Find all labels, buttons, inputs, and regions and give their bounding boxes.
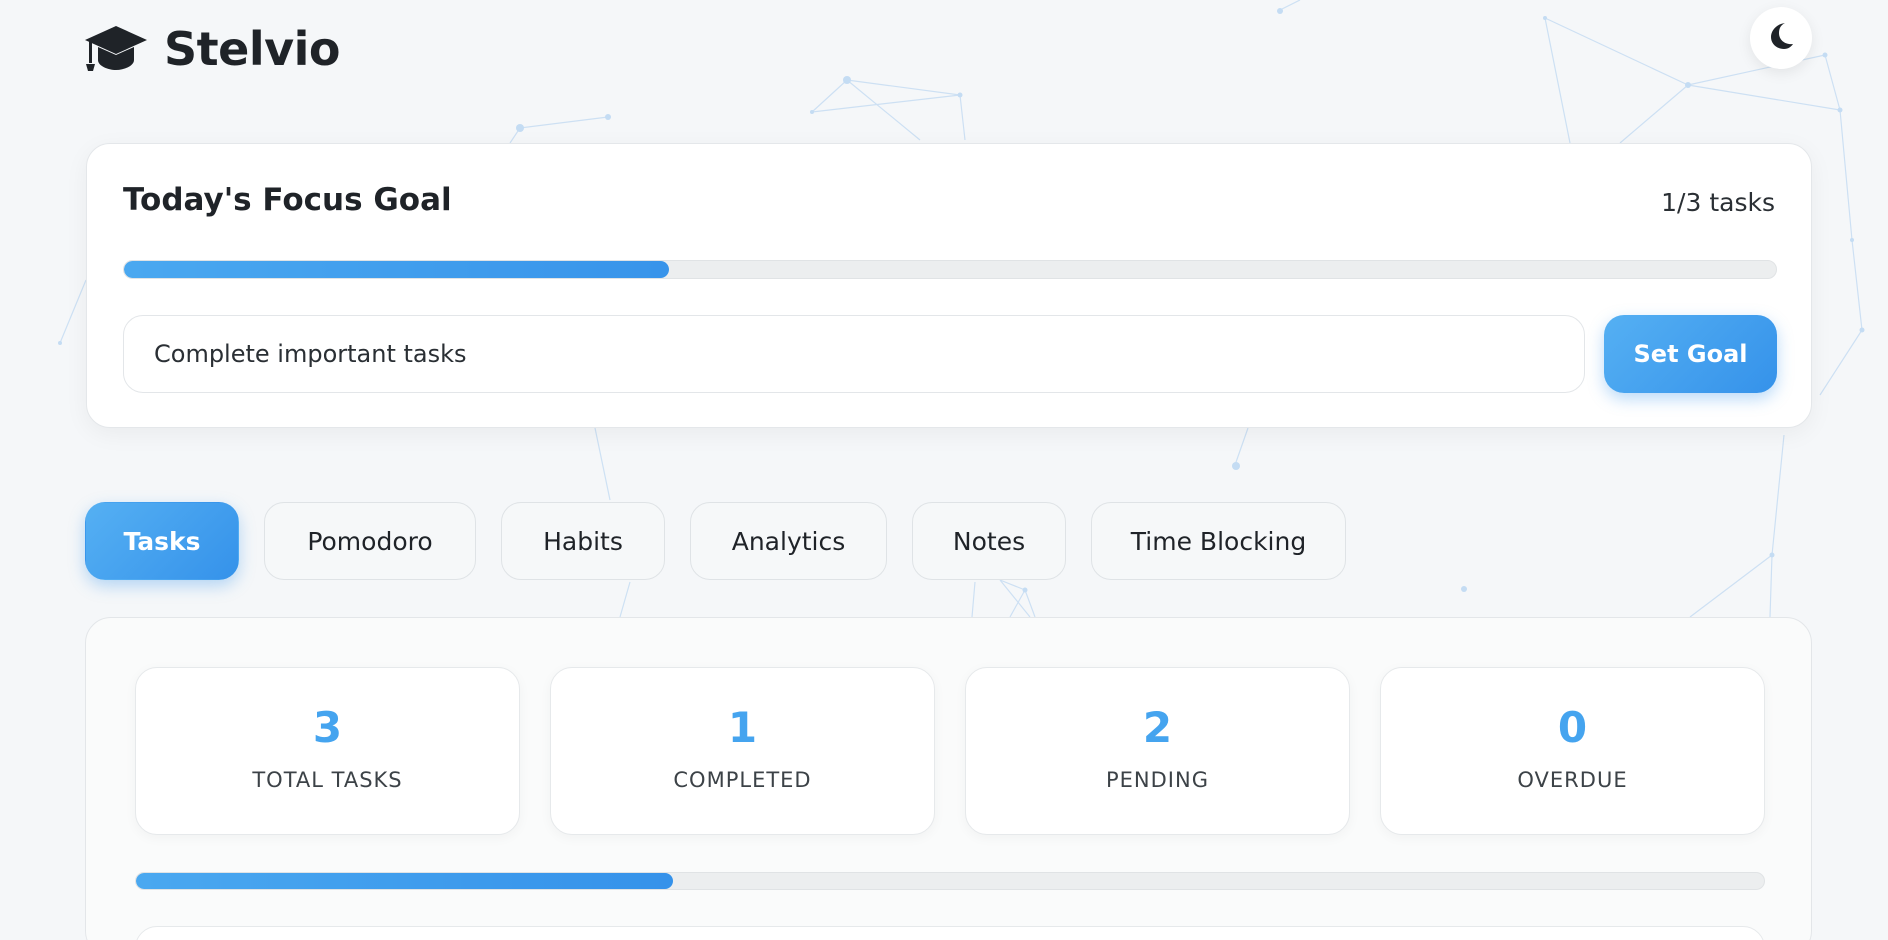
stat-label: PENDING: [1106, 768, 1209, 792]
task-input-card: [135, 926, 1765, 940]
brand-name: Stelvio: [164, 22, 340, 76]
stat-card-total: 3 TOTAL TASKS: [135, 667, 520, 835]
tab-time-blocking[interactable]: Time Blocking: [1091, 502, 1346, 580]
stat-value: 1: [727, 703, 758, 752]
task-stats: 3 TOTAL TASKS 1 COMPLETED 2 PENDING 0 OV…: [135, 667, 1765, 835]
stat-card-pending: 2 PENDING: [965, 667, 1350, 835]
tab-pomodoro[interactable]: Pomodoro: [264, 502, 476, 580]
theme-toggle-button[interactable]: [1750, 7, 1812, 69]
focus-goal-card: Today's Focus Goal 1/3 tasks Set Goal: [86, 143, 1812, 428]
app-page: Stelvio Today's Focus Goal 1/3 tasks Set…: [0, 0, 1888, 940]
stat-card-completed: 1 COMPLETED: [550, 667, 935, 835]
stat-label: TOTAL TASKS: [252, 768, 403, 792]
tasks-progress-bar: [135, 872, 1765, 890]
stat-label: OVERDUE: [1517, 768, 1628, 792]
stat-card-overdue: 0 OVERDUE: [1380, 667, 1765, 835]
tasks-panel: 3 TOTAL TASKS 1 COMPLETED 2 PENDING 0 OV…: [85, 617, 1812, 940]
goal-progress-fill: [124, 261, 670, 278]
goal-progress-bar: [123, 260, 1777, 279]
goal-task-count: 1/3 tasks: [1661, 188, 1775, 217]
stat-value: 0: [1557, 703, 1588, 752]
stat-value: 2: [1142, 703, 1173, 752]
moon-icon: [1768, 22, 1794, 54]
goal-title: Today's Focus Goal: [123, 182, 452, 218]
tab-tasks[interactable]: Tasks: [85, 502, 239, 580]
brand: Stelvio: [84, 22, 340, 76]
set-goal-button[interactable]: Set Goal: [1604, 315, 1777, 393]
graduation-cap-icon: [84, 24, 148, 74]
tab-notes[interactable]: Notes: [912, 502, 1066, 580]
stat-label: COMPLETED: [673, 768, 812, 792]
tab-analytics[interactable]: Analytics: [690, 502, 887, 580]
tab-bar: Tasks Pomodoro Habits Analytics Notes Ti…: [85, 502, 1346, 580]
stat-value: 3: [312, 703, 343, 752]
tasks-progress-fill: [136, 873, 674, 889]
goal-input[interactable]: [123, 315, 1585, 393]
tab-habits[interactable]: Habits: [501, 502, 665, 580]
